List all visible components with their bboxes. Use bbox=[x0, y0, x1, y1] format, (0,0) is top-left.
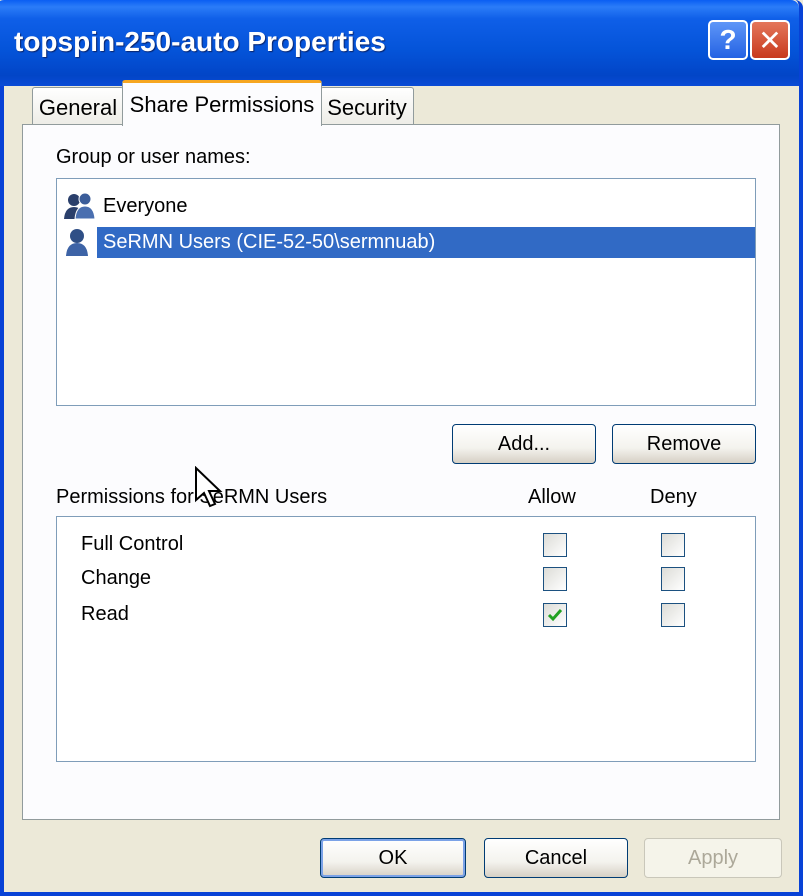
read-deny-checkbox[interactable] bbox=[661, 603, 685, 627]
tab-share-permissions[interactable]: Share Permissions bbox=[122, 80, 322, 126]
allow-column-header: Allow bbox=[528, 486, 576, 508]
remove-button[interactable]: Remove bbox=[612, 424, 756, 464]
permission-row-full-control: Full Control bbox=[57, 529, 757, 563]
list-item-sermn-users[interactable]: SeRMN Users (CIE-52-50\sermnuab) bbox=[63, 223, 755, 261]
ok-button[interactable]: OK bbox=[320, 838, 466, 878]
user-list[interactable]: Everyone SeRMN Users (CIE-52-50\sermnuab… bbox=[56, 178, 756, 406]
list-item-label: Everyone bbox=[103, 194, 188, 217]
apply-button[interactable]: Apply bbox=[644, 838, 782, 878]
group-icon bbox=[64, 192, 96, 220]
tab-security[interactable]: Security bbox=[320, 87, 414, 127]
add-button[interactable]: Add... bbox=[452, 424, 596, 464]
read-allow-checkbox[interactable] bbox=[543, 603, 567, 627]
full-control-deny-checkbox[interactable] bbox=[661, 533, 685, 557]
close-icon: ✕ bbox=[758, 24, 782, 56]
tab-general-label: General bbox=[38, 94, 118, 120]
help-icon: ? bbox=[719, 24, 737, 55]
permission-row-read: Read bbox=[57, 599, 757, 633]
title-bar[interactable]: topspin-250-auto Properties ? ✕ bbox=[0, 0, 799, 86]
help-button[interactable]: ? bbox=[708, 20, 748, 60]
users-heading: Group or user names: bbox=[56, 146, 251, 168]
permission-name: Full Control bbox=[81, 533, 184, 555]
change-deny-checkbox[interactable] bbox=[661, 567, 685, 591]
permission-name: Read bbox=[81, 603, 129, 625]
cancel-button-label: Cancel bbox=[524, 846, 588, 869]
mouse-cursor-icon bbox=[195, 466, 223, 508]
checkmark-icon bbox=[547, 609, 563, 622]
permission-name: Change bbox=[81, 567, 152, 589]
tab-share-permissions-label: Share Permissions bbox=[129, 91, 315, 117]
change-allow-checkbox[interactable] bbox=[543, 567, 567, 591]
permission-row-change: Change bbox=[57, 563, 757, 597]
add-button-label: Add... bbox=[497, 432, 551, 455]
deny-column-header: Deny bbox=[650, 486, 697, 508]
remove-button-label: Remove bbox=[646, 432, 722, 455]
close-button[interactable]: ✕ bbox=[750, 20, 790, 60]
cancel-button[interactable]: Cancel bbox=[484, 838, 628, 878]
permissions-heading: Permissions for SeRMN Users bbox=[56, 486, 328, 508]
tab-security-label: Security bbox=[327, 94, 407, 120]
list-item-label: SeRMN Users (CIE-52-50\sermnuab) bbox=[97, 226, 755, 258]
tab-general[interactable]: General bbox=[32, 87, 124, 127]
list-item-everyone[interactable]: Everyone bbox=[63, 187, 755, 225]
permissions-list: Full Control Change Read bbox=[56, 516, 756, 762]
user-icon bbox=[66, 229, 88, 256]
apply-button-label: Apply bbox=[687, 846, 739, 869]
window-title: topspin-250-auto Properties bbox=[14, 26, 386, 57]
ok-button-label: OK bbox=[378, 846, 408, 869]
full-control-allow-checkbox[interactable] bbox=[543, 533, 567, 557]
